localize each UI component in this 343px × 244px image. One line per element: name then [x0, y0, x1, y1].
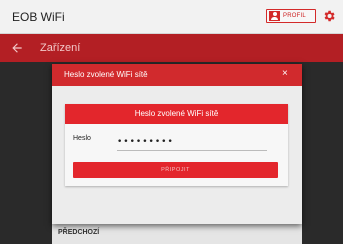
toolbar-title: Zařízení — [40, 42, 81, 54]
profile-button[interactable]: PROFIL — [266, 9, 316, 23]
dialog-title: Heslo zvolené WiFi sítě — [64, 70, 148, 79]
toolbar: Zařízení — [0, 34, 343, 62]
bottom-navigation: PŘEDCHOZÍ — [52, 224, 302, 244]
arrow-left-icon[interactable] — [10, 41, 24, 55]
top-app-bar: EOB WiFi PROFIL — [0, 0, 343, 34]
gear-icon[interactable] — [322, 9, 336, 23]
previous-button[interactable]: PŘEDCHOZÍ — [58, 229, 99, 236]
user-icon — [269, 11, 280, 21]
app-title: EOB WiFi — [12, 10, 65, 24]
password-dialog: Heslo zvolené WiFi sítě × Heslo zvolené … — [52, 64, 302, 224]
close-icon[interactable]: × — [282, 68, 288, 79]
password-card: Heslo zvolené WiFi sítě Heslo PŘIPOJIT — [65, 104, 288, 186]
connect-button[interactable]: PŘIPOJIT — [73, 162, 278, 178]
dialog-header: Heslo zvolené WiFi sítě × — [52, 64, 302, 86]
password-label: Heslo — [73, 135, 91, 142]
password-field[interactable] — [117, 134, 267, 151]
card-title: Heslo zvolené WiFi sítě — [134, 109, 219, 118]
app-screen: EOB WiFi PROFIL Zařízení PŘEDCHOZÍ Heslo… — [0, 0, 343, 244]
profile-label: PROFIL — [283, 13, 306, 19]
card-header: Heslo zvolené WiFi sítě — [65, 104, 288, 124]
